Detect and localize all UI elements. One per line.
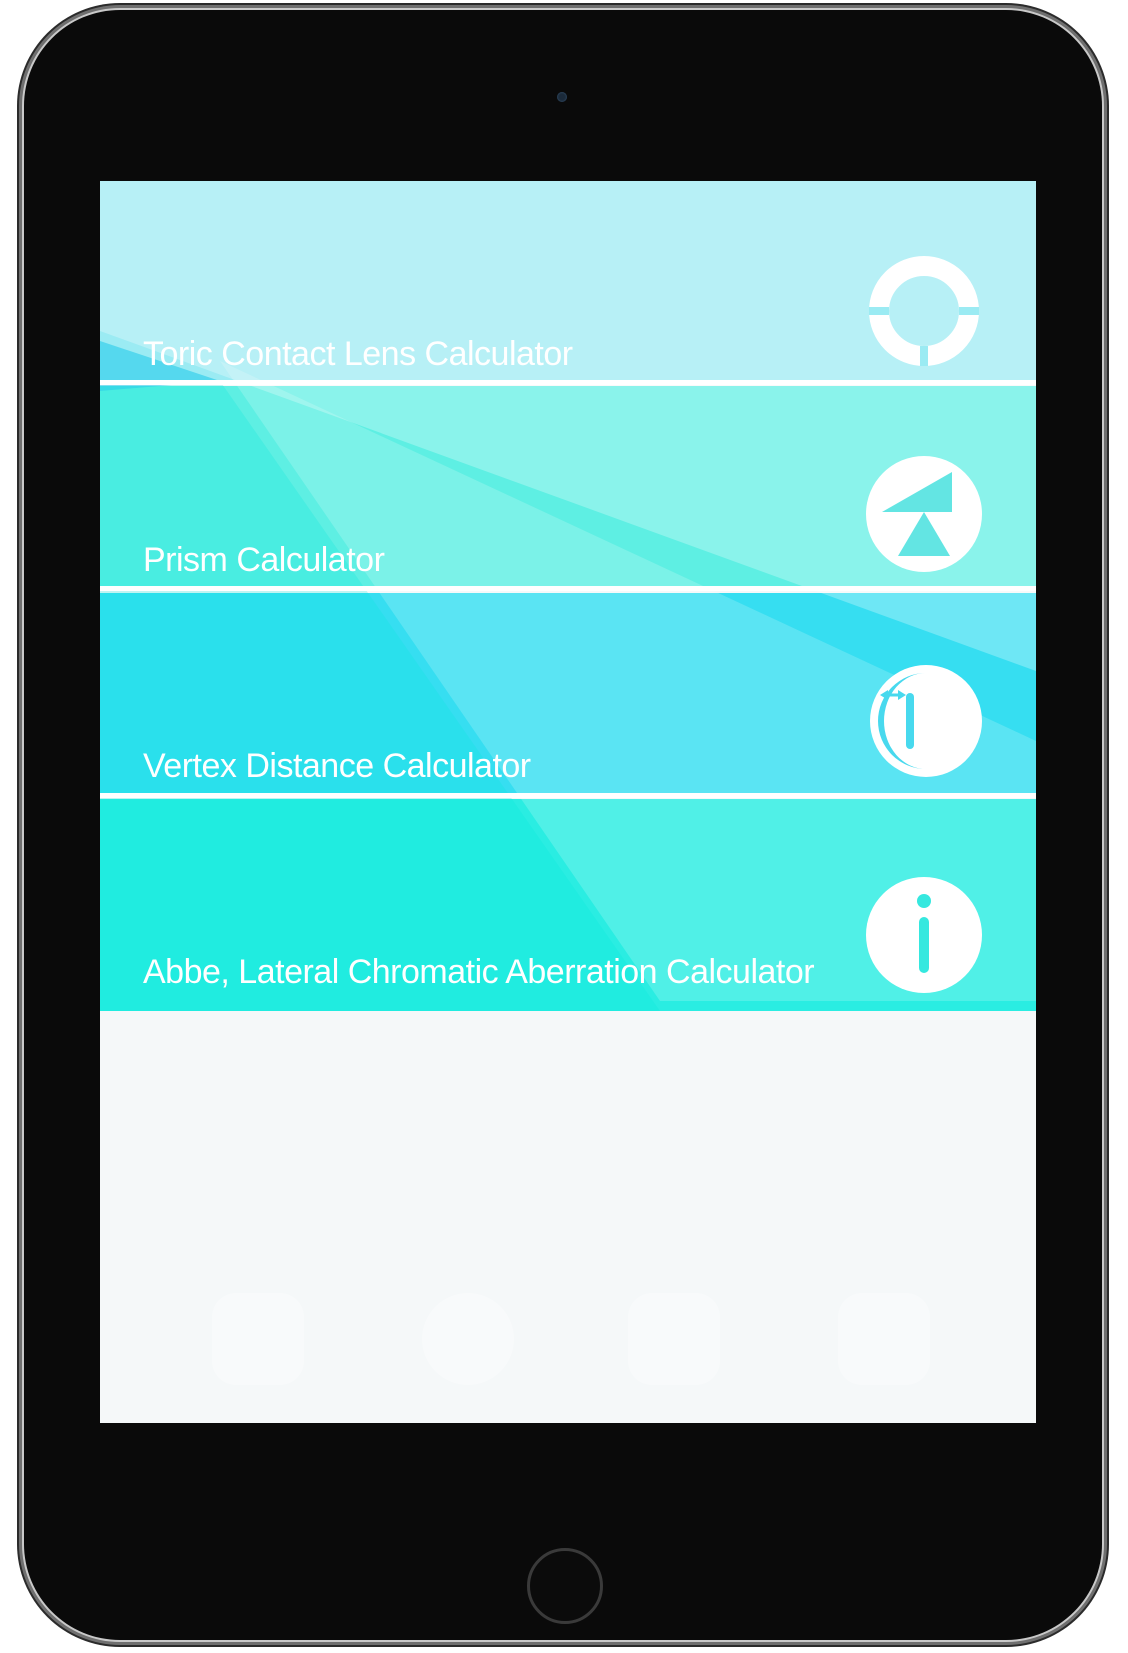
menu-item-toric[interactable]: Toric Contact Lens Calculator (100, 181, 1036, 381)
menu-item-prism[interactable]: Prism Calculator (100, 386, 1036, 586)
app-screen: Toric Contact Lens Calculator Prism Calc… (100, 181, 1036, 1423)
dock-icon-placeholder (838, 1293, 930, 1385)
menu-item-vertex[interactable]: Vertex Distance Calculator (100, 593, 1036, 793)
prism-icon (866, 456, 982, 572)
toric-lens-icon (869, 256, 979, 366)
menu-item-label: Toric Contact Lens Calculator (143, 335, 573, 373)
menu-item-abbe[interactable]: Abbe, Lateral Chromatic Aberration Calcu… (100, 799, 1036, 1011)
menu-divider (100, 586, 1036, 591)
dock-icon-placeholder (628, 1293, 720, 1385)
front-camera (557, 92, 567, 102)
dock-icon-placeholder (422, 1293, 514, 1385)
menu-item-label: Abbe, Lateral Chromatic Aberration Calcu… (143, 953, 815, 991)
home-button[interactable] (527, 1548, 603, 1624)
tablet-device: Toric Contact Lens Calculator Prism Calc… (24, 10, 1102, 1640)
menu-item-label: Vertex Distance Calculator (143, 747, 531, 785)
menu-item-label: Prism Calculator (143, 541, 385, 579)
menu-divider (100, 380, 1036, 385)
info-icon (866, 877, 982, 993)
menu-divider (100, 793, 1036, 798)
dock-icon-placeholder (212, 1293, 304, 1385)
eye-vertex-icon (870, 665, 982, 777)
